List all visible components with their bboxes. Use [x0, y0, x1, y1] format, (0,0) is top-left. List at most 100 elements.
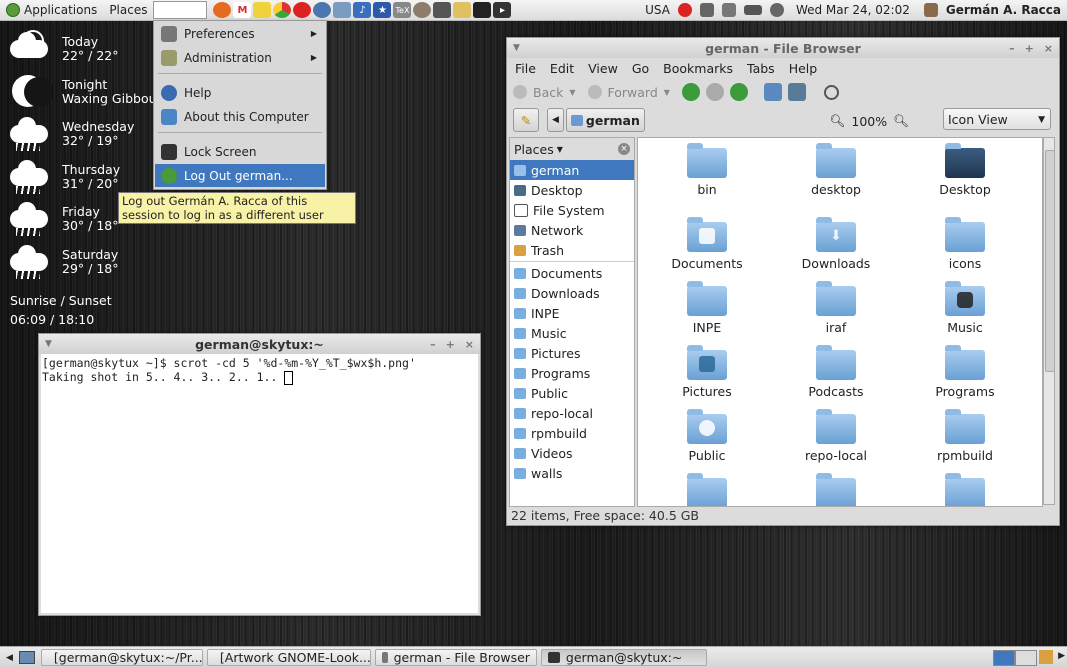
calc-icon[interactable] [433, 2, 452, 18]
show-desktop-icon[interactable] [18, 651, 35, 664]
file-item-downloads[interactable]: ⬇ Downloads [781, 216, 891, 280]
notes-icon[interactable] [253, 2, 272, 18]
close-sidebar-icon[interactable]: × [618, 143, 630, 155]
tux-icon[interactable] [473, 2, 492, 18]
task-terminal-programs[interactable]: [german@skytux:~/Pr... [40, 649, 203, 666]
workspace-2[interactable] [1015, 650, 1037, 666]
scrollbar-thumb[interactable] [1045, 150, 1055, 372]
close-icon[interactable]: × [465, 338, 474, 351]
back-button[interactable]: Back [533, 85, 563, 100]
file-item-inpe[interactable]: INPE [652, 280, 762, 344]
sidebar-item-filesystem[interactable]: File System [510, 200, 634, 220]
menu-help[interactable]: Help [784, 61, 823, 76]
file-item-rpmbuild[interactable]: rpmbuild [910, 408, 1020, 472]
sidebar-item-music[interactable]: Music [510, 323, 634, 343]
up-icon[interactable] [681, 83, 700, 101]
file-browser-titlebar[interactable]: ▼ german - File Browser – + × [507, 38, 1059, 58]
places-header[interactable]: Places ▼ × [510, 138, 634, 160]
menu-tabs[interactable]: Tabs [742, 61, 780, 76]
reload-icon[interactable] [729, 83, 748, 101]
scroll-left-icon[interactable]: ◀ [6, 653, 13, 663]
search-icon[interactable] [823, 84, 839, 100]
opera-icon[interactable] [293, 2, 312, 18]
menu-edit[interactable]: Edit [545, 61, 579, 76]
terminal-icon[interactable]: ▸ [493, 2, 512, 18]
sidebar-item-videos[interactable]: Videos [510, 443, 634, 463]
file-item-public[interactable]: Public [652, 408, 762, 472]
gmail-icon[interactable]: M [233, 2, 252, 18]
tex-icon[interactable]: TeX [393, 2, 412, 18]
window-menu-icon[interactable]: ▼ [513, 43, 520, 53]
zoom-in-icon[interactable]: 🔍︎ [893, 113, 909, 129]
file-item-partial[interactable] [910, 472, 1020, 506]
stop-icon[interactable] [705, 83, 724, 101]
sidebar-item-rpmbuild[interactable]: rpmbuild [510, 423, 634, 443]
sidebar-item-inpe[interactable]: INPE [510, 303, 634, 323]
files-icon[interactable] [333, 2, 352, 18]
file-item-programs[interactable]: Programs [910, 344, 1020, 408]
maximize-icon[interactable]: + [1025, 42, 1034, 55]
file-item-repo-local[interactable]: repo-local [781, 408, 891, 472]
maximize-icon[interactable]: + [446, 338, 455, 351]
view-mode-select[interactable]: Icon View ▼ [943, 108, 1051, 130]
file-item-music[interactable]: Music [910, 280, 1020, 344]
opera-tray-icon[interactable] [677, 3, 692, 17]
keyboard-layout[interactable]: USA [645, 3, 670, 17]
clock[interactable]: Wed Mar 24, 02:02 [796, 3, 910, 17]
sidebar-item-repo-local[interactable]: repo-local [510, 403, 634, 423]
sidebar-item-trash[interactable]: Trash [510, 240, 634, 260]
sidebar-item-public[interactable]: Public [510, 383, 634, 403]
file-item-desktop[interactable]: Desktop [910, 142, 1020, 206]
trash-icon[interactable] [1039, 650, 1053, 664]
zoom-level[interactable]: 100% [851, 114, 887, 129]
network-tray-icon[interactable] [721, 3, 736, 17]
sidebar-item-downloads[interactable]: Downloads [510, 283, 634, 303]
bluetooth-icon[interactable] [769, 3, 784, 17]
star-icon[interactable]: ★ [373, 2, 392, 18]
path-german-button[interactable]: german [565, 108, 645, 132]
menu-item-preferences[interactable]: Preferences ▶ [155, 22, 325, 45]
sidebar-item-network[interactable]: Network [510, 220, 634, 240]
system-menu[interactable] [153, 1, 208, 19]
menu-item-lock-screen[interactable]: Lock Screen [155, 140, 325, 163]
file-icon-view[interactable]: bin desktop Desktop Documents ⬇ Downloads… [637, 137, 1043, 507]
sidebar-item-german[interactable]: german [510, 160, 634, 180]
file-item-partial[interactable] [652, 472, 762, 506]
network-icon[interactable] [313, 2, 332, 18]
battery-icon[interactable] [743, 5, 762, 15]
task-file-browser[interactable]: german - File Browser [374, 649, 537, 666]
music-icon[interactable]: ♪ [353, 2, 372, 18]
window-menu-icon[interactable]: ▼ [45, 339, 52, 349]
menu-item-about[interactable]: About this Computer [155, 105, 325, 128]
sidebar-item-pictures[interactable]: Pictures [510, 343, 634, 363]
applications-menu[interactable]: Applications [0, 0, 103, 20]
minimize-icon[interactable]: – [1009, 42, 1015, 55]
menu-bookmarks[interactable]: Bookmarks [658, 61, 738, 76]
home-icon[interactable] [763, 83, 782, 101]
task-opera[interactable]: [Artwork GNOME-Look... [206, 649, 371, 666]
file-item-pictures[interactable]: Pictures [652, 344, 762, 408]
menu-item-help[interactable]: Help [155, 81, 325, 104]
menu-item-administration[interactable]: Administration ▶ [155, 46, 325, 69]
user-name[interactable]: Germán A. Racca [946, 3, 1061, 17]
terminal-titlebar[interactable]: ▼ german@skytux:~ – + × [39, 334, 480, 354]
sidebar-item-documents[interactable]: Documents [510, 263, 634, 283]
computer-icon[interactable] [787, 83, 806, 101]
task-terminal[interactable]: german@skytux:~ [540, 649, 707, 666]
menu-go[interactable]: Go [627, 61, 654, 76]
gimp-icon[interactable] [413, 2, 432, 18]
firefox-icon[interactable] [213, 2, 232, 18]
file-item-partial[interactable] [781, 472, 891, 506]
workspace-switcher[interactable] [993, 650, 1037, 666]
file-item-bin[interactable]: bin [652, 142, 762, 206]
path-left-button[interactable]: ◀ [547, 108, 564, 132]
menu-file[interactable]: File [510, 61, 541, 76]
minimize-icon[interactable]: – [430, 338, 436, 351]
terminal-content[interactable]: [german@skytux ~]$ scrot -cd 5 '%d-%m-%Y… [41, 354, 478, 613]
menu-item-logout[interactable]: Log Out german... [155, 164, 325, 187]
sidebar-item-desktop[interactable]: Desktop [510, 180, 634, 200]
forward-button[interactable]: Forward [608, 85, 658, 100]
file-item-podcasts[interactable]: Podcasts [781, 344, 891, 408]
file-item-documents[interactable]: Documents [652, 216, 762, 280]
chrome-icon[interactable] [273, 2, 292, 18]
